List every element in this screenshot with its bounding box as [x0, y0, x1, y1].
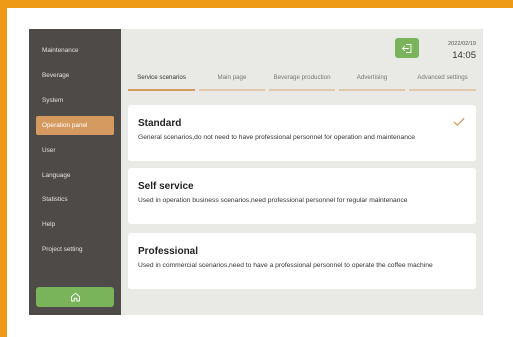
sidebar-item-system[interactable]: System: [36, 91, 114, 110]
scenario-card-self-service[interactable]: Self service Used in operation business …: [128, 168, 476, 224]
sidebar-item-maintenance[interactable]: Maintenance: [36, 41, 114, 60]
tab-beverage-production[interactable]: Beverage production: [269, 73, 335, 91]
scenario-card-standard[interactable]: Standard General scenarios,do not need t…: [128, 105, 476, 161]
sidebar-item-language[interactable]: Language: [36, 166, 114, 185]
sidebar-item-user[interactable]: User: [36, 141, 114, 160]
home-button[interactable]: [36, 287, 114, 307]
tab-label: Beverage production: [273, 74, 331, 81]
sidebar-item-statistics[interactable]: Statistics: [36, 190, 114, 209]
logout-icon: [402, 43, 412, 53]
tab-indicator: [128, 89, 195, 91]
settings-tabs: Service scenarios Main page Beverage pro…: [128, 73, 476, 91]
tab-indicator: [339, 89, 405, 91]
sidebar-item-help[interactable]: Help: [36, 215, 114, 234]
logout-button[interactable]: [395, 38, 419, 58]
device-screen: Maintenance Beverage System Operation pa…: [29, 29, 483, 315]
scenario-description: General scenarios,do not need to have pr…: [138, 134, 415, 141]
tab-label: Service scenarios: [137, 74, 186, 81]
tab-advertising[interactable]: Advertising: [339, 73, 405, 91]
scenario-card-professional[interactable]: Professional Used in commercial scenario…: [128, 233, 476, 289]
scenario-title: Standard: [138, 118, 182, 129]
tab-main-page[interactable]: Main page: [199, 73, 265, 91]
sidebar-item-project-setting[interactable]: Project setting: [36, 240, 114, 259]
home-icon: [70, 292, 80, 302]
tab-service-scenarios[interactable]: Service scenarios: [128, 73, 195, 91]
tab-label: Main page: [217, 74, 247, 81]
time-display: 14:05: [452, 50, 476, 61]
tab-advanced-settings[interactable]: Advanced settings: [409, 73, 476, 91]
tab-label: Advertising: [356, 74, 388, 81]
tab-indicator: [199, 89, 265, 91]
sidebar-item-beverage[interactable]: Beverage: [36, 66, 114, 85]
main-panel: 2022/02/19 14:05 Service scenarios Main …: [121, 29, 483, 315]
tab-label: Advanced settings: [417, 74, 468, 81]
checkmark-icon: [453, 117, 465, 126]
scenario-title: Self service: [138, 181, 194, 192]
tab-indicator: [409, 89, 476, 91]
scenario-description: Used in commercial scenarios,need to hav…: [138, 262, 433, 269]
sidebar-item-operation-panel[interactable]: Operation panel: [36, 116, 114, 135]
scenario-title: Professional: [138, 246, 199, 257]
tab-indicator: [269, 89, 335, 91]
sidebar: Maintenance Beverage System Operation pa…: [29, 29, 121, 315]
date-display: 2022/02/19: [448, 41, 476, 47]
scenario-description: Used in operation business scenarios,nee…: [138, 197, 408, 204]
